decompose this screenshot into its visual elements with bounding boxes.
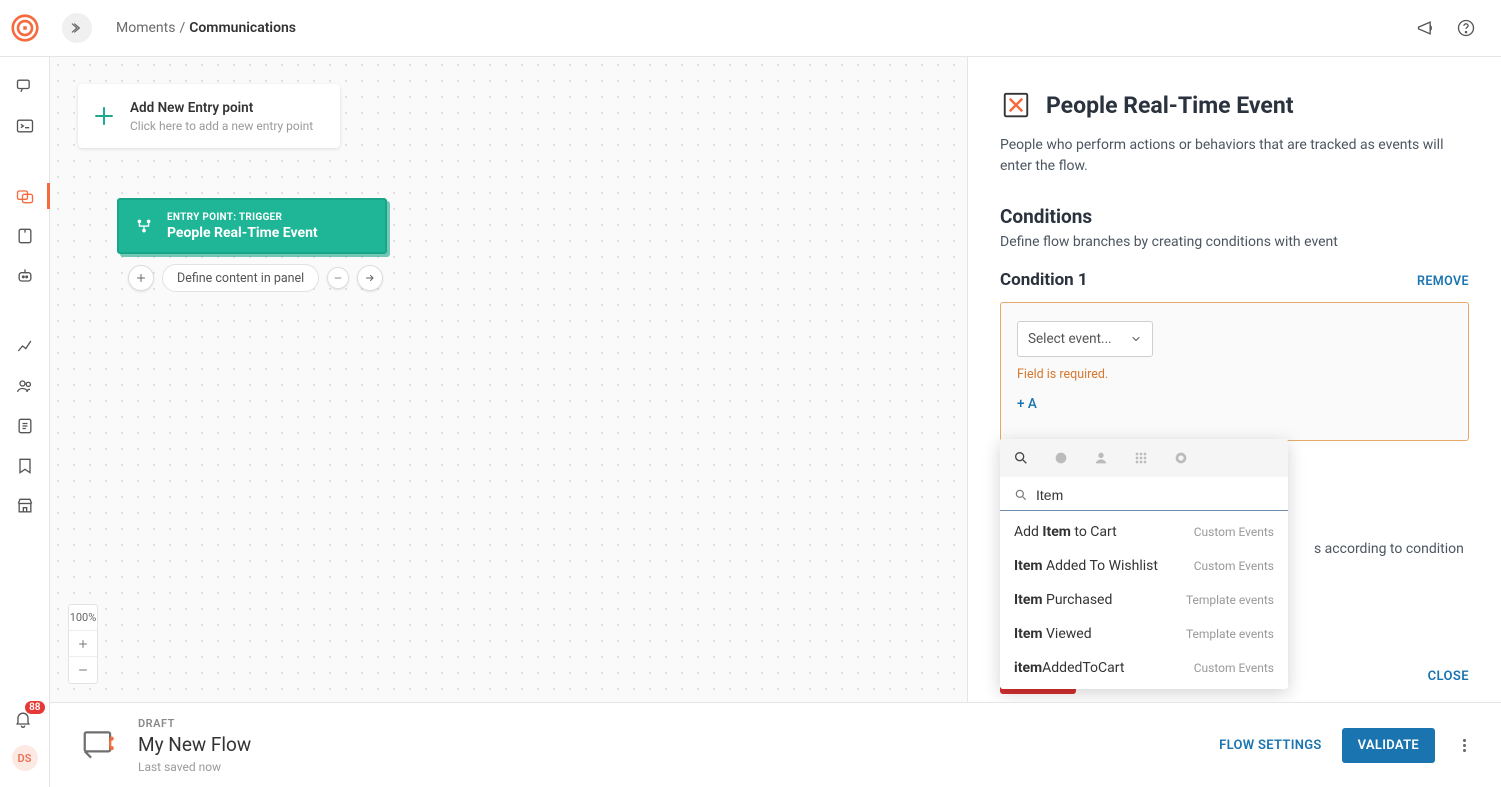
dropdown-item-label: Item Added To Wishlist — [1014, 558, 1158, 574]
notifications-bell-icon[interactable]: 88 — [13, 709, 37, 733]
flow-icon — [78, 724, 120, 766]
dropdown-item[interactable]: Item Purchased Template events — [1000, 583, 1288, 617]
close-button[interactable]: CLOSE — [1428, 669, 1469, 684]
zoom-control: 100% — [68, 604, 98, 684]
chevron-down-icon — [1130, 333, 1142, 345]
help-icon[interactable] — [1455, 17, 1477, 39]
rail-people-icon[interactable] — [0, 369, 50, 403]
rail-bot-icon[interactable] — [0, 259, 50, 293]
event-icon — [1000, 89, 1032, 121]
dropdown-tab-globe-icon[interactable] — [1050, 447, 1072, 469]
remove-condition-button[interactable]: REMOVE — [1417, 274, 1469, 289]
plus-icon — [92, 104, 116, 128]
event-dropdown-popup: Add Item to CartCustom EventsItem Added … — [1000, 439, 1288, 689]
dropdown-item-label: Item Viewed — [1014, 626, 1092, 642]
add-entry-point-card[interactable]: Add New Entry point Click here to add a … — [78, 84, 340, 148]
validate-button[interactable]: VALIDATE — [1342, 728, 1435, 763]
zoom-in-button[interactable] — [69, 631, 97, 657]
rail-terminal-icon[interactable] — [0, 109, 50, 143]
flow-status-label: DRAFT — [138, 717, 251, 730]
dropdown-item-category: Custom Events — [1194, 661, 1274, 675]
brand-logo[interactable] — [0, 0, 50, 57]
dropdown-item[interactable]: itemAddedToCart Custom Events — [1000, 651, 1288, 685]
condition-1-title: Condition 1 — [1000, 270, 1088, 290]
collapse-nav-button[interactable] — [62, 13, 92, 43]
dropdown-item-category: Custom Events — [1194, 559, 1274, 573]
branch-add-button[interactable] — [128, 265, 154, 291]
conditions-heading: Conditions — [1000, 205, 1469, 228]
breadcrumb-sep: / — [179, 20, 185, 36]
dropdown-item-category: Template events — [1186, 627, 1274, 641]
field-required-label: Field is required. — [1017, 367, 1452, 382]
add-properties-link[interactable]: + A — [1017, 396, 1037, 412]
flow-canvas[interactable]: Add New Entry point Click here to add a … — [50, 57, 967, 702]
dropdown-item[interactable]: Item Added To Wishlist Custom Events — [1000, 549, 1288, 583]
breadcrumb-current: Communications — [189, 20, 296, 36]
zoom-out-button[interactable] — [69, 657, 97, 683]
rail-templates-icon[interactable] — [0, 219, 50, 253]
add-entry-subtitle: Click here to add a new entry point — [130, 119, 313, 133]
announcements-icon[interactable] — [1415, 17, 1437, 39]
bottom-bar: DRAFT My New Flow Last saved now FLOW SE… — [50, 702, 1501, 787]
breadcrumb: Moments / Communications — [116, 20, 296, 36]
branch-continue-button[interactable] — [357, 265, 383, 291]
dropdown-item-label: Add Item to Cart — [1014, 524, 1117, 540]
config-panel: People Real-Time Event People who perfor… — [967, 57, 1501, 702]
condition-box: Select event... Field is required. + A — [1000, 302, 1469, 441]
flow-name[interactable]: My New Flow — [138, 733, 251, 756]
rail-bookmark-icon[interactable] — [0, 449, 50, 483]
entry-title: People Real-Time Event — [167, 225, 318, 241]
dropdown-item-label: itemAddedToCart — [1014, 660, 1124, 676]
trigger-icon — [133, 215, 155, 237]
add-entry-title: Add New Entry point — [130, 100, 313, 116]
panel-title: People Real-Time Event — [1046, 92, 1294, 119]
zoom-level-label: 100% — [69, 605, 97, 631]
dropdown-item-category: Custom Events — [1194, 525, 1274, 539]
dropdown-tab-ring-icon[interactable] — [1170, 447, 1192, 469]
more-menu-button[interactable] — [1455, 736, 1473, 754]
rail-analytics-icon[interactable] — [0, 329, 50, 363]
select-event-dropdown[interactable]: Select event... — [1017, 321, 1153, 357]
dropdown-item-label: Item Purchased — [1014, 592, 1112, 608]
entry-eyebrow: ENTRY POINT: TRIGGER — [167, 212, 318, 223]
entry-point-node[interactable]: ENTRY POINT: TRIGGER People Real-Time Ev… — [117, 198, 387, 254]
branch-remove-button[interactable] — [327, 267, 349, 289]
conditions-description: Define flow branches by creating conditi… — [1000, 234, 1469, 250]
notifications-count-badge: 88 — [25, 701, 44, 714]
left-nav-rail: 88 DS — [0, 57, 50, 787]
panel-description: People who perform actions or behaviors … — [1000, 135, 1469, 177]
event-search-input[interactable] — [1036, 487, 1274, 503]
dropdown-item[interactable]: Item Viewed Template events — [1000, 617, 1288, 651]
branch-label-pill[interactable]: Define content in panel — [162, 264, 319, 292]
dropdown-item[interactable]: Add Item to Cart Custom Events — [1000, 515, 1288, 549]
rail-moments-icon[interactable] — [0, 179, 50, 213]
user-avatar[interactable]: DS — [12, 745, 38, 771]
breadcrumb-parent[interactable]: Moments — [116, 20, 175, 36]
dropdown-tab-person-icon[interactable] — [1090, 447, 1112, 469]
flow-saved-label: Last saved now — [138, 760, 251, 774]
select-event-placeholder: Select event... — [1028, 331, 1112, 347]
search-icon — [1014, 488, 1028, 502]
dropdown-tab-apps-icon[interactable] — [1130, 447, 1152, 469]
dropdown-item-category: Template events — [1186, 593, 1274, 607]
dropdown-tab-search-icon[interactable] — [1010, 447, 1032, 469]
rail-conversations-icon[interactable] — [0, 69, 50, 103]
rail-catalog-icon[interactable] — [0, 409, 50, 443]
flow-settings-button[interactable]: FLOW SETTINGS — [1219, 738, 1321, 753]
rail-store-icon[interactable] — [0, 489, 50, 523]
